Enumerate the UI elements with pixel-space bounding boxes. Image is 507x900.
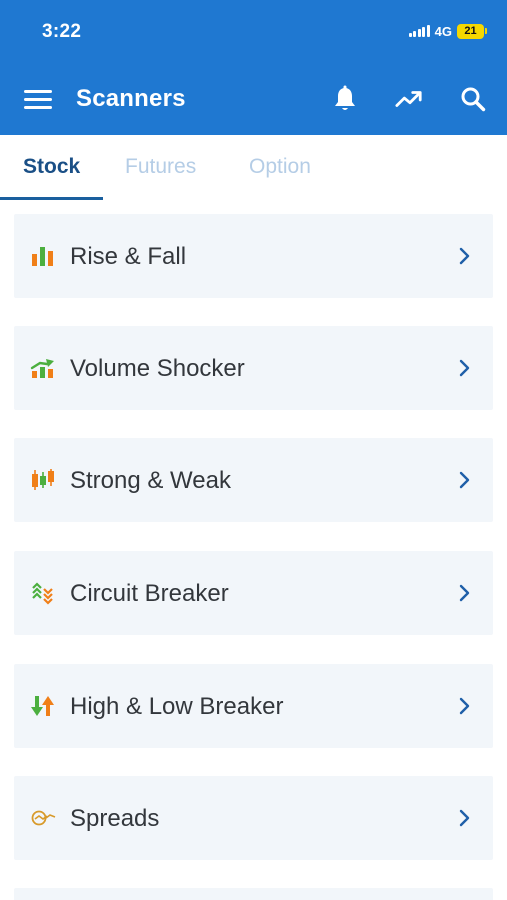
tab-option[interactable]: Option: [249, 155, 311, 179]
scanner-item-circuit-breaker[interactable]: Circuit Breaker: [14, 551, 493, 635]
scanner-item-high-low-breaker[interactable]: High & Low Breaker: [14, 664, 493, 748]
high-low-arrows-icon: [30, 694, 56, 718]
tab-stock[interactable]: Stock: [23, 155, 80, 179]
battery-level: 21: [457, 23, 484, 39]
tab-futures[interactable]: Futures: [125, 155, 196, 179]
chevron-right-icon: [459, 809, 470, 827]
network-type: 4G: [434, 23, 452, 39]
chevron-right-icon: [459, 471, 470, 489]
scanner-item-label: High & Low Breaker: [70, 693, 284, 720]
signal-icon: [408, 25, 430, 37]
scanner-item-rise-fall[interactable]: Rise & Fall: [14, 214, 493, 298]
volume-shocker-icon: [30, 356, 56, 380]
scanner-item-strong-weak[interactable]: Strong & Weak: [14, 438, 493, 522]
scanner-item-label: Circuit Breaker: [70, 580, 229, 607]
chevron-right-icon: [459, 697, 470, 715]
scanner-item-volume-shocker[interactable]: Volume Shocker: [14, 326, 493, 410]
bell-icon[interactable]: [331, 85, 359, 113]
toolbar: Scanners: [0, 75, 507, 123]
chevron-right-icon: [459, 584, 470, 602]
scanner-tabs: Stock Futures Option: [0, 135, 507, 201]
scanner-item-label: Volume Shocker: [70, 355, 245, 382]
spreads-icon: [30, 806, 56, 830]
chevron-right-icon: [459, 359, 470, 377]
page-title: Scanners: [76, 85, 186, 112]
scanner-item-partial[interactable]: [14, 888, 493, 900]
scanner-item-label: Rise & Fall: [70, 243, 187, 270]
chevron-right-icon: [459, 247, 470, 265]
circuit-breaker-icon: [30, 581, 56, 605]
menu-icon[interactable]: [24, 89, 52, 109]
status-indicators: 4G 21: [408, 22, 487, 40]
candlestick-icon: [30, 468, 56, 492]
app-header: 3:22 4G 21 Scanners: [0, 0, 507, 135]
trending-up-icon[interactable]: [395, 85, 423, 113]
battery-icon: 21: [457, 23, 487, 39]
search-icon[interactable]: [459, 85, 487, 113]
scanner-item-spreads[interactable]: Spreads: [14, 776, 493, 860]
status-time: 3:22: [42, 21, 82, 42]
scanner-item-label: Spreads: [70, 805, 160, 832]
active-tab-indicator: [0, 197, 103, 200]
scanner-item-label: Strong & Weak: [70, 467, 231, 494]
bar-chart-icon: [30, 244, 56, 268]
